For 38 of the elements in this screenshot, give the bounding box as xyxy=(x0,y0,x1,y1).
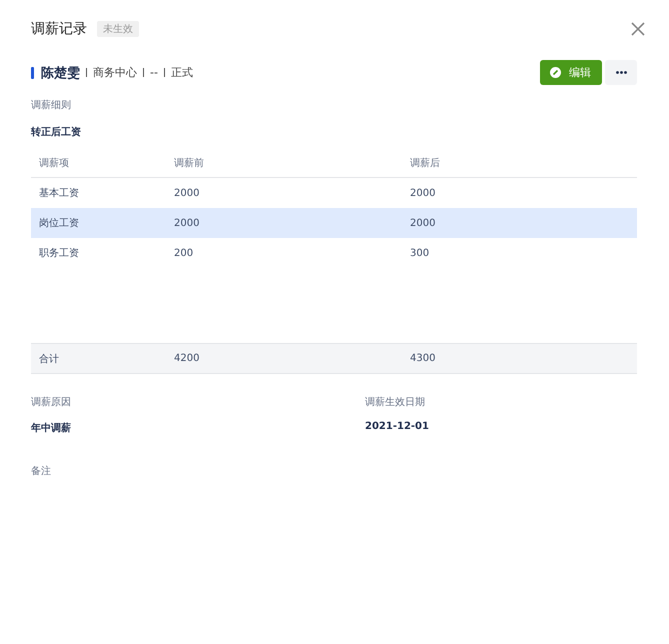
table-row[interactable]: 岗位工资 2000 2000 xyxy=(31,208,637,238)
field-value: 年中调薪 xyxy=(31,422,72,435)
employee-name: 陈楚雯 xyxy=(41,64,80,82)
column-header: 调薪后 xyxy=(409,156,441,170)
edit-icon xyxy=(550,67,561,78)
table-cell-text: 4200 xyxy=(173,353,200,364)
table-cell-text: 职务工资 xyxy=(38,247,80,260)
column-header: 调薪项 xyxy=(38,156,70,170)
field-value: 2021-12-01 xyxy=(365,421,430,432)
more-button[interactable] xyxy=(605,60,637,85)
more-icon xyxy=(616,71,626,74)
dialog-title: 调薪记录 xyxy=(31,20,87,38)
table-cell-text: 2000 xyxy=(173,218,200,228)
table-cell-text: 4300 xyxy=(409,353,436,364)
status-badge: 未生效 xyxy=(97,21,139,37)
table-row[interactable]: 职务工资 200 300 xyxy=(31,238,637,268)
subsection-title: 转正后工资 xyxy=(31,126,82,139)
table-cell-text: 基本工资 xyxy=(38,186,80,200)
employee-detail: 商务中心 xyxy=(93,65,137,80)
table-cell-text: 2000 xyxy=(409,218,436,228)
section-title: 调薪细则 xyxy=(31,98,72,112)
employee-detail: -- xyxy=(150,66,158,79)
table-row[interactable]: 基本工资 2000 2000 xyxy=(31,178,637,208)
close-icon xyxy=(631,22,645,36)
employee-detail: 正式 xyxy=(170,65,193,80)
table-cell-text: 200 xyxy=(173,248,194,258)
field-label: 备注 xyxy=(31,464,52,478)
field-label: 调薪生效日期 xyxy=(365,396,426,409)
table-cell-text: 合计 xyxy=(38,352,60,366)
table-cell-text: 2000 xyxy=(409,188,436,198)
column-header: 调薪前 xyxy=(173,156,205,170)
table-cell-text: 岗位工资 xyxy=(38,216,80,230)
field-label: 调薪原因 xyxy=(31,396,72,409)
table-cell-text: 300 xyxy=(409,248,430,258)
accent-bar xyxy=(31,66,34,78)
close-button[interactable] xyxy=(631,22,645,36)
edit-button[interactable]: 编辑 xyxy=(540,60,602,85)
table-cell-text: 2000 xyxy=(173,188,200,198)
